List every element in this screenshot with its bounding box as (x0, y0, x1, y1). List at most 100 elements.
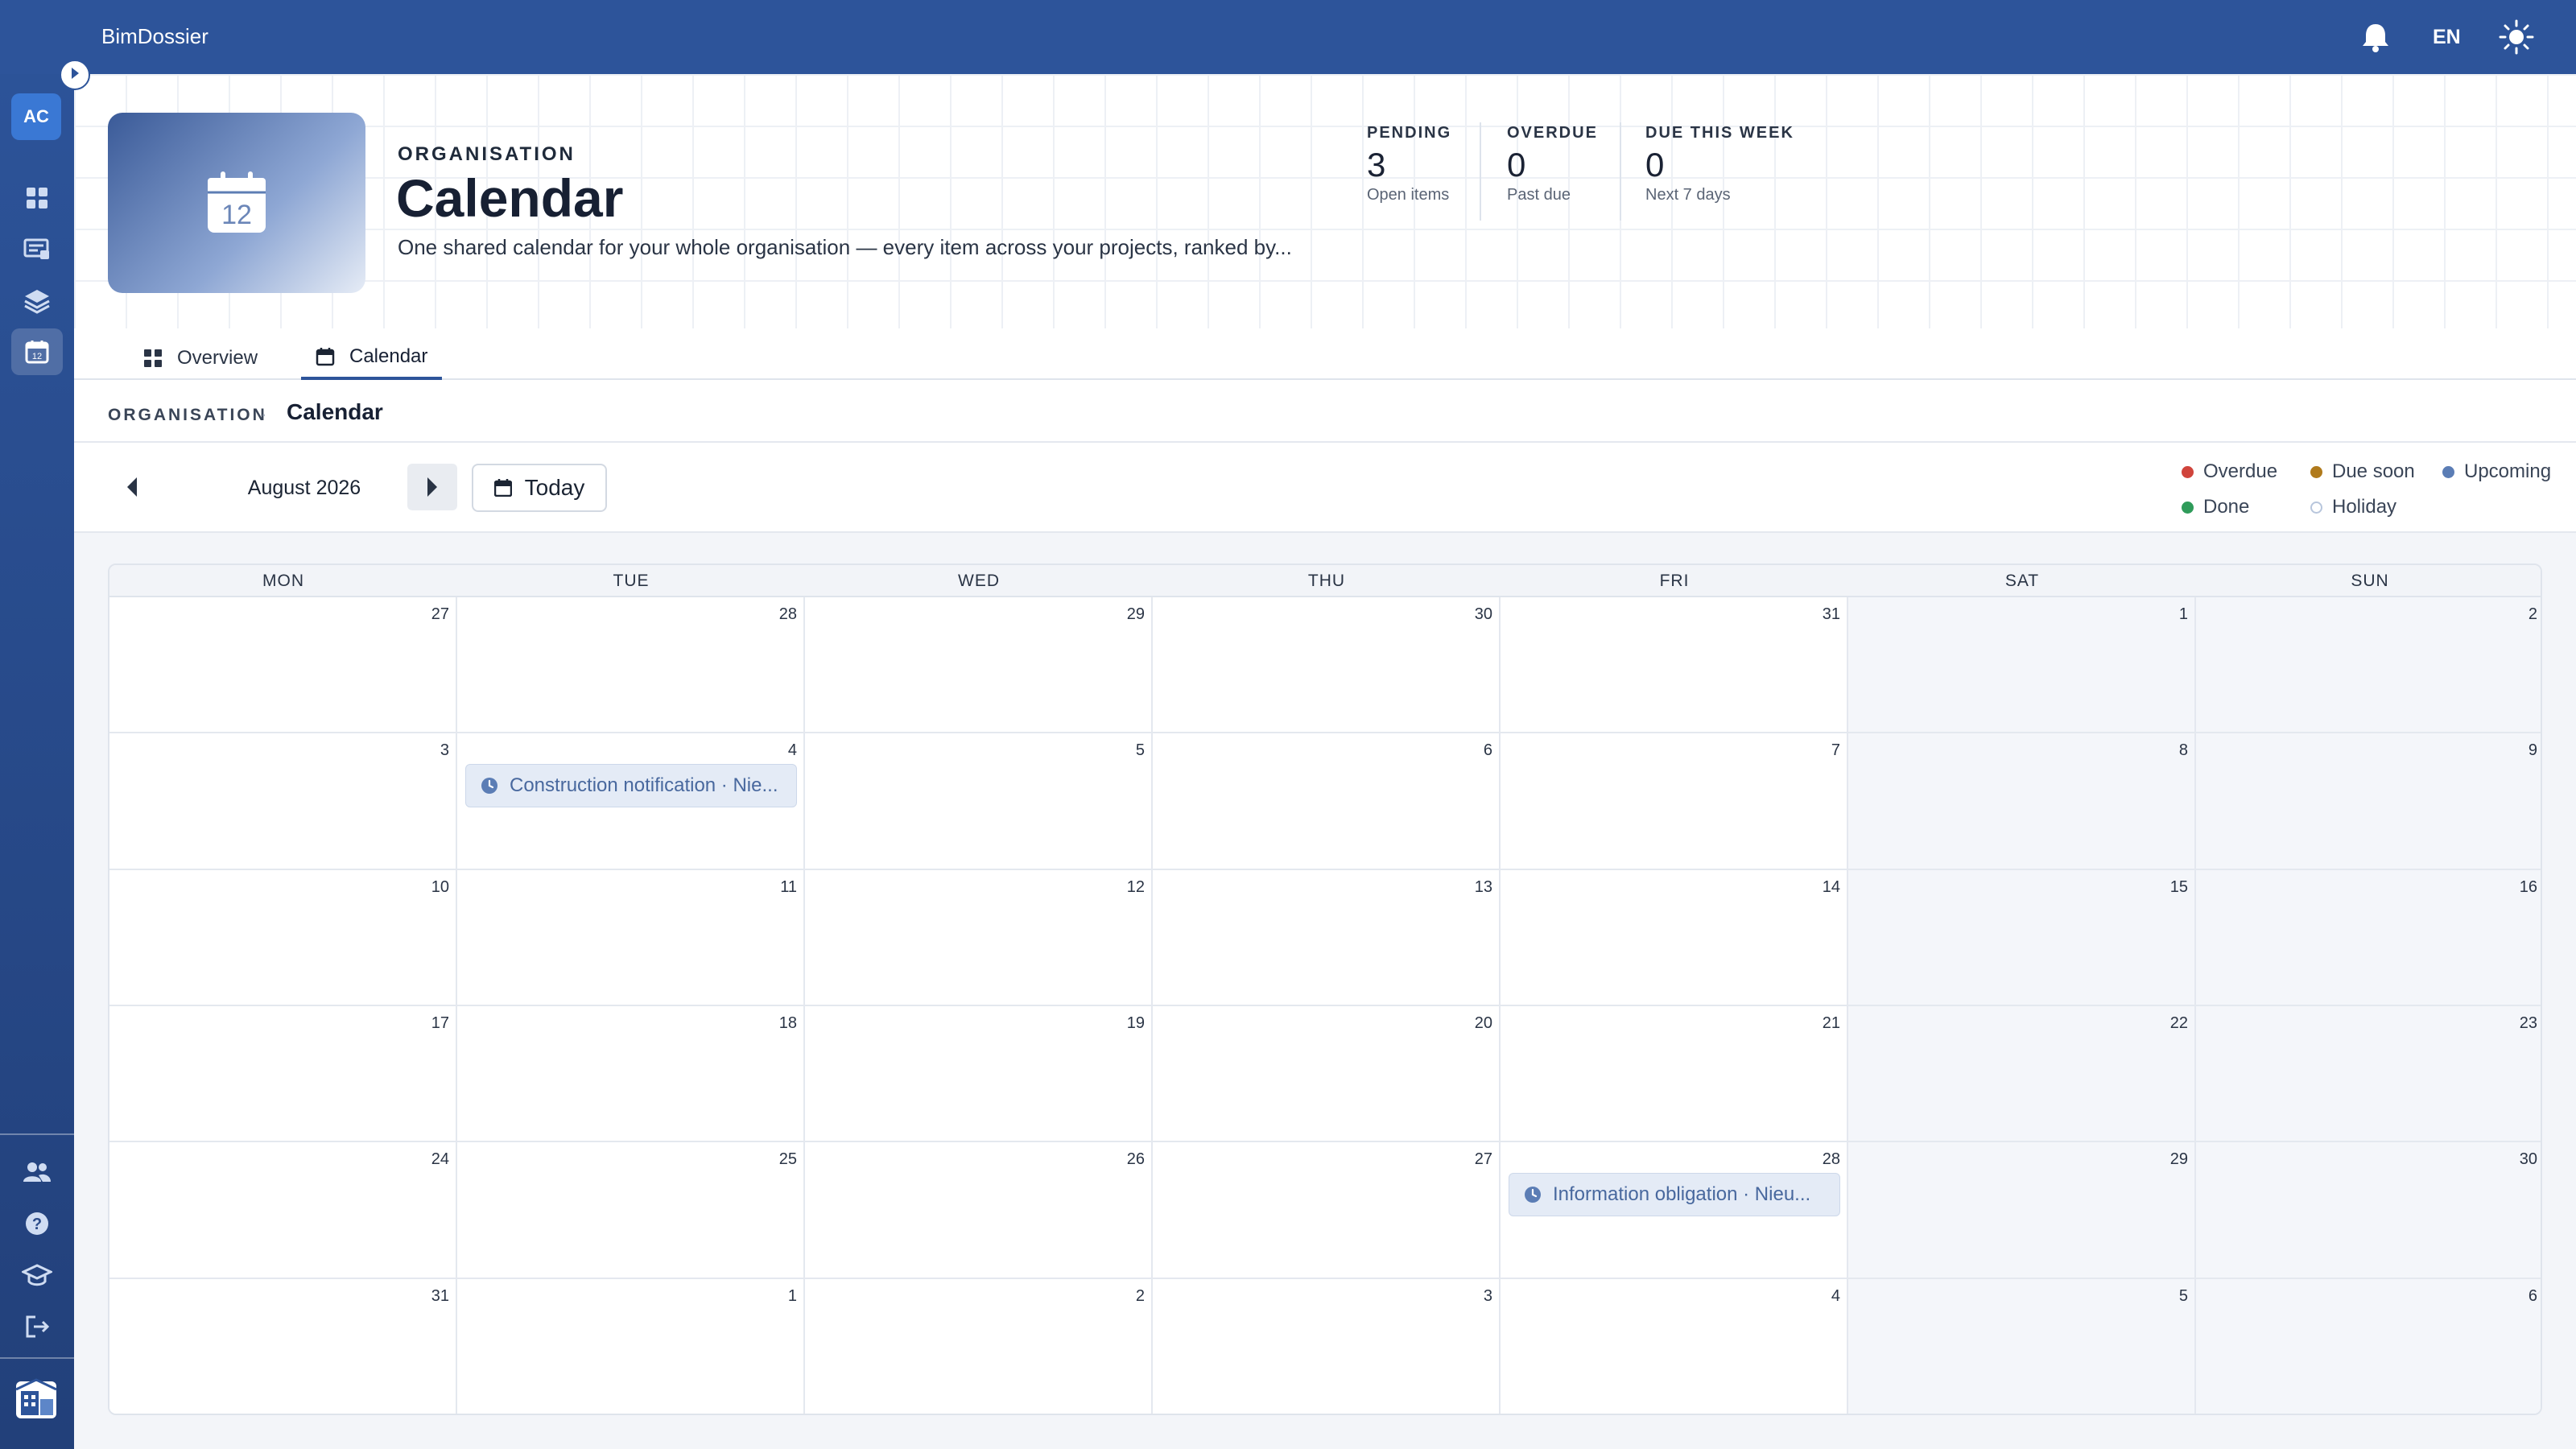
day-cell[interactable]: 9 (2196, 733, 2541, 870)
day-cell[interactable]: 29 (805, 597, 1153, 734)
day-cell[interactable]: 6 (2196, 1278, 2541, 1414)
day-cell[interactable]: 25 (457, 1142, 805, 1279)
weekday-label: TUE (613, 572, 650, 590)
day-cell[interactable]: 7 (1501, 733, 1848, 870)
svg-text:?: ? (32, 1216, 42, 1233)
day-cell[interactable]: 16 (2196, 869, 2541, 1006)
day-cell[interactable]: 5 (1848, 1278, 2196, 1414)
bell-icon[interactable] (2357, 19, 2394, 55)
svg-text:12: 12 (32, 352, 42, 361)
day-cell[interactable]: 4 (1501, 1278, 1848, 1414)
sun-icon[interactable] (2497, 18, 2536, 56)
day-cell[interactable]: 11 (457, 869, 805, 1006)
day-number: 30 (1474, 605, 1492, 623)
breadcrumb-separator: · (261, 404, 267, 424)
day-cell[interactable]: 4 Construction notification · Nie... (457, 733, 805, 870)
day-cell[interactable]: 5 (805, 733, 1153, 870)
org-switcher-badge[interactable]: AC (11, 93, 61, 140)
calendar-tile: 12 (108, 113, 365, 293)
top-bar: BimDossier EN (0, 0, 2576, 74)
month-calendar: MON TUE WED THU FRI SAT SUN 27 28 29 30 31 1 2 3 4 Cons… (108, 564, 2542, 1415)
day-cell[interactable]: 31 (109, 1278, 457, 1414)
day-cell[interactable]: 13 (1153, 869, 1501, 1006)
layers-icon[interactable] (19, 283, 55, 319)
tab-overview[interactable]: Overview (137, 336, 264, 380)
day-cell[interactable]: 2 (805, 1278, 1153, 1414)
building-logo-icon[interactable] (11, 1375, 61, 1425)
day-cell[interactable]: 1 (1848, 597, 2196, 734)
calendar-event[interactable]: Information obligation · Nieu... (1509, 1173, 1840, 1217)
tab-calendar[interactable]: Calendar (301, 336, 443, 380)
day-cell[interactable]: 1 (457, 1278, 805, 1414)
day-number: 2 (2528, 605, 2537, 623)
day-cell[interactable]: 2 (2196, 597, 2541, 734)
page-description: One shared calendar for your whole organ… (398, 235, 1292, 259)
day-cell[interactable]: 28 (457, 597, 805, 734)
chevron-left-icon (127, 477, 137, 497)
day-cell[interactable]: 8 (1848, 733, 2196, 870)
status-dot (2182, 501, 2194, 514)
calendar-icon (316, 348, 335, 366)
day-cell[interactable]: 21 (1501, 1005, 1848, 1143)
day-cell[interactable]: 30 (1153, 597, 1501, 734)
dashboard-icon[interactable] (19, 180, 55, 216)
day-cell[interactable]: 6 (1153, 733, 1501, 870)
svg-text:12: 12 (221, 200, 252, 230)
day-cell[interactable]: 20 (1153, 1005, 1501, 1143)
day-number: 27 (431, 605, 449, 623)
day-cell[interactable]: 28 Information obligation · Nieu... (1501, 1142, 1848, 1279)
breadcrumb-current: Calendar (287, 399, 383, 424)
previous-month-button[interactable] (108, 464, 156, 510)
stat-caption: Next 7 days (1645, 186, 1731, 204)
day-cell[interactable]: 10 (109, 869, 457, 1006)
day-cell[interactable]: 30 (2196, 1142, 2541, 1279)
weekday-label: FRI (1659, 572, 1690, 590)
calendar-icon[interactable]: 12 (11, 328, 63, 375)
help-icon[interactable]: ? (19, 1206, 55, 1241)
legend-item-upcoming: Upcoming (2442, 460, 2551, 483)
day-number: 4 (787, 741, 797, 760)
day-number: 24 (431, 1150, 449, 1169)
status-dot (2310, 465, 2322, 478)
tab-label: Calendar (349, 345, 428, 367)
day-cell[interactable]: 12 (805, 869, 1153, 1006)
clock-icon (481, 778, 497, 795)
today-button[interactable]: Today (472, 464, 607, 512)
day-cell[interactable]: 3 (109, 733, 457, 870)
weekday-label: SAT (2004, 572, 2040, 590)
calendar-event[interactable]: Construction notification · Nie... (465, 764, 797, 808)
day-number: 31 (431, 1286, 449, 1305)
next-month-button[interactable] (407, 464, 457, 510)
day-cell[interactable]: 27 (1153, 1142, 1501, 1279)
day-number: 23 (2519, 1013, 2537, 1032)
dossiers-icon[interactable] (19, 232, 55, 267)
day-cell[interactable]: 23 (2196, 1005, 2541, 1143)
day-cell[interactable]: 14 (1501, 869, 1848, 1006)
day-cell[interactable]: 3 (1153, 1278, 1501, 1414)
breadcrumb-parent[interactable]: ORGANISATION (108, 406, 267, 425)
day-cell[interactable]: 24 (109, 1142, 457, 1279)
day-cell[interactable]: 31 (1501, 597, 1848, 734)
day-cell[interactable]: 17 (109, 1005, 457, 1143)
language-switcher[interactable]: EN (2433, 26, 2461, 49)
day-cell[interactable]: 29 (1848, 1142, 2196, 1279)
day-cell[interactable]: 15 (1848, 869, 2196, 1006)
day-number: 28 (1822, 1150, 1840, 1169)
day-cell[interactable]: 26 (805, 1142, 1153, 1279)
stat-label: PENDING (1367, 124, 1452, 142)
day-cell[interactable]: 22 (1848, 1005, 2196, 1143)
stat-value: 3 (1367, 146, 1386, 184)
day-number: 11 (780, 877, 797, 896)
day-cell[interactable]: 19 (805, 1005, 1153, 1143)
event-label: Information obligation · Nieu... (1553, 1183, 1811, 1206)
day-cell[interactable]: 18 (457, 1005, 805, 1143)
logout-icon[interactable] (19, 1309, 55, 1344)
day-number: 26 (1126, 1150, 1145, 1169)
graduation-cap-icon[interactable] (19, 1257, 55, 1293)
status-legend: Overdue Due soon Upcoming Done Holiday (2182, 460, 2568, 525)
tab-label: Overview (177, 347, 258, 369)
day-cell[interactable]: 27 (109, 597, 457, 734)
users-icon[interactable] (19, 1154, 55, 1190)
sidebar-collapse-button[interactable] (60, 60, 90, 90)
main-content: 12 ORGANISATION Calendar One shared cale… (74, 74, 2576, 1449)
